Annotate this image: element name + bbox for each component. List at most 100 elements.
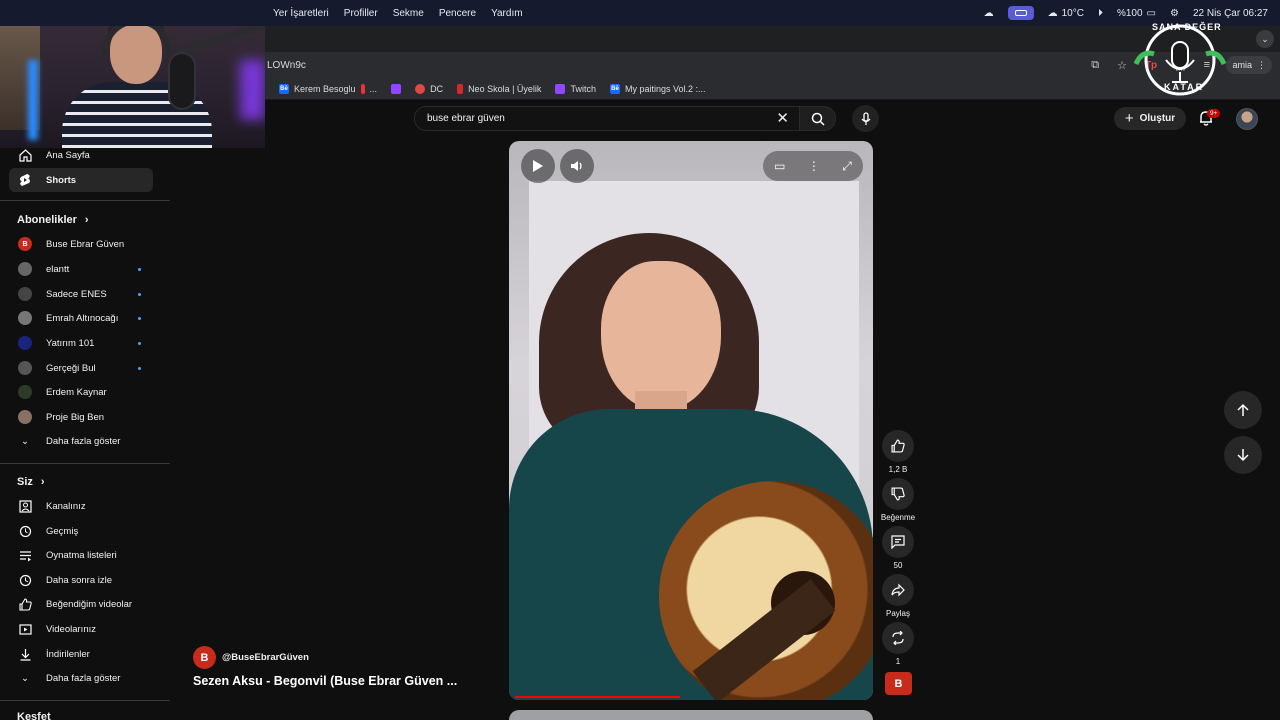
voice-search-button[interactable]: [852, 105, 879, 132]
sidebar-item-home[interactable]: Ana Sayfa: [9, 143, 153, 167]
player-controls: ▭ ⋮ ⤢: [763, 151, 863, 181]
install-app-icon[interactable]: ⧉: [1091, 59, 1099, 72]
search-query[interactable]: buse ebrar güven: [427, 113, 505, 124]
weather-icon: ☁: [1047, 7, 1058, 19]
battery-widget[interactable]: %100 ▭: [1117, 8, 1156, 19]
mute-button[interactable]: [560, 149, 594, 183]
clear-search-icon[interactable]: ✕: [776, 110, 789, 127]
sidebar-item-sub-proje-big-ben[interactable]: Proje Big Ben: [9, 405, 153, 429]
play-button[interactable]: [521, 149, 555, 183]
remix-count: 1: [895, 657, 901, 666]
screen-mirror-icon[interactable]: [1007, 6, 1034, 20]
show-more-you[interactable]: ⌄ Daha fazla göster: [9, 666, 153, 690]
subscriptions-title[interactable]: Abonelikler ›: [17, 214, 89, 226]
control-center-icon[interactable]: ⚙: [1170, 8, 1179, 19]
channel-avatar: [18, 287, 32, 301]
play-status-icon[interactable]: ⏵: [1098, 8, 1103, 19]
search-input[interactable]: buse ebrar güven ✕: [414, 106, 800, 131]
share-label: Paylaş: [885, 609, 910, 618]
bookmark-neo-skola[interactable]: Neo Skola | Üyelik: [457, 83, 541, 94]
sidebar-item-playlists[interactable]: Oynatma listeleri: [9, 543, 153, 567]
new-content-dot: [138, 341, 141, 345]
more-options-icon[interactable]: ⋮: [808, 159, 820, 173]
sidebar-item-sub-buse[interactable]: B Buse Ebrar Güven: [9, 232, 153, 256]
channel-handle[interactable]: @BuseEbrarGüven: [222, 652, 309, 663]
menu-tab[interactable]: Sekme: [393, 8, 424, 19]
behance-icon: Bē: [609, 83, 620, 94]
sidebar-item-your-videos[interactable]: Videolarınız: [9, 617, 153, 641]
channel-avatar: B: [18, 237, 32, 251]
home-icon: [18, 148, 32, 162]
play-icon: [533, 160, 543, 172]
bookmark-kerem[interactable]: Bē Kerem Besoglu...: [279, 83, 377, 94]
sidebar-item-sub-yatirim[interactable]: Yatırım 101: [9, 331, 153, 355]
clock[interactable]: 22 Nis Çar 06:27: [1193, 8, 1268, 19]
share-icon: [891, 583, 905, 597]
sidebar-item-watch-later[interactable]: Daha sonra izle: [9, 568, 153, 592]
sidebar-item-sub-erdem[interactable]: Erdem Kaynar: [9, 380, 153, 404]
dislike-button[interactable]: Beğenme: [880, 478, 916, 522]
fullscreen-icon[interactable]: ⤢: [842, 159, 852, 174]
chevron-right-icon: ›: [84, 214, 89, 226]
sidebar-item-liked-videos[interactable]: Beğendiğim videolar: [9, 592, 153, 616]
previous-short-button[interactable]: [1224, 391, 1262, 429]
sidebar-item-sub-gercegi-bul[interactable]: Gerçeği Bul: [9, 356, 153, 380]
show-more-subscriptions[interactable]: ⌄ Daha fazla göster: [9, 429, 153, 453]
tab-search-icon[interactable]: ⌄: [1256, 30, 1274, 48]
thumbs-down-icon: [891, 487, 905, 501]
bookmark-dc[interactable]: DC: [415, 83, 443, 94]
logo-text-top: SANA DEĞER: [1152, 22, 1222, 32]
sidebar-item-your-channel[interactable]: Kanalınız: [9, 494, 153, 518]
comment-icon: [891, 535, 905, 549]
new-content-dot: [138, 267, 141, 271]
comment-count: 50: [893, 561, 903, 570]
channel-avatar: [18, 361, 32, 375]
comments-button[interactable]: 50: [880, 526, 916, 570]
microphone-icon: [860, 111, 871, 125]
bookmark-icon: [457, 83, 464, 94]
menu-window[interactable]: Pencere: [439, 8, 476, 19]
menu-bookmarks[interactable]: Yer İşaretleri: [273, 8, 329, 19]
channel-thumbnail-button[interactable]: B: [885, 672, 912, 695]
sidebar-item-history[interactable]: Geçmiş: [9, 519, 153, 543]
progress-bar[interactable]: [515, 696, 681, 698]
short-channel-info[interactable]: B @BuseEbrarGüven: [193, 646, 309, 669]
you-title[interactable]: Siz ›: [17, 476, 45, 488]
avatar[interactable]: [1236, 108, 1258, 130]
sidebar-item-sub-sadece-enes[interactable]: Sadece ENES: [9, 282, 153, 306]
thumbs-up-icon: [891, 439, 905, 453]
create-button[interactable]: + Oluştur: [1114, 107, 1186, 130]
sidebar-item-sub-emrah[interactable]: Emrah Altınocağı: [9, 306, 153, 330]
cloud-sync-icon[interactable]: ☁: [984, 8, 994, 19]
bookmark-twitch[interactable]: Twitch: [555, 83, 596, 94]
channel-avatar[interactable]: B: [193, 646, 216, 669]
next-short-button[interactable]: [1224, 436, 1262, 474]
search-button[interactable]: [800, 106, 836, 131]
divider: [0, 463, 170, 464]
plus-icon: +: [1124, 110, 1134, 127]
playlist-icon: [18, 548, 32, 562]
share-button[interactable]: Paylaş: [880, 574, 916, 618]
shorts-icon: [18, 173, 32, 187]
arrow-down-icon: [1237, 449, 1249, 462]
sidebar-item-downloads[interactable]: İndirilenler: [9, 642, 153, 666]
video-icon: [18, 622, 32, 636]
like-button[interactable]: 1,2 B: [880, 430, 916, 474]
menu-profiles[interactable]: Profiller: [344, 8, 378, 19]
bookmark-paintings[interactable]: Bē My paitings Vol.2 :...: [609, 83, 706, 94]
sidebar-item-sub-elantt[interactable]: elantt: [9, 257, 153, 281]
url-text[interactable]: LOWn9c: [267, 60, 306, 71]
short-title[interactable]: Sezen Aksu - Begonvil (Buse Ebrar Güven …: [193, 674, 457, 688]
captions-icon[interactable]: ▭: [774, 159, 785, 173]
menu-help[interactable]: Yardım: [491, 8, 523, 19]
weather-widget[interactable]: ☁ 10°C: [1048, 8, 1084, 19]
generic-icon: [360, 83, 365, 94]
microphone-icon: [168, 52, 196, 110]
shorts-player[interactable]: ▭ ⋮ ⤢: [509, 141, 873, 700]
remix-button[interactable]: 1: [880, 622, 916, 666]
next-short-preview[interactable]: [509, 710, 873, 720]
divider: [0, 200, 170, 201]
sidebar-item-shorts[interactable]: Shorts: [9, 168, 153, 192]
twitch-icon: [391, 83, 402, 94]
bookmark-twitch-icon-only[interactable]: [391, 83, 402, 94]
